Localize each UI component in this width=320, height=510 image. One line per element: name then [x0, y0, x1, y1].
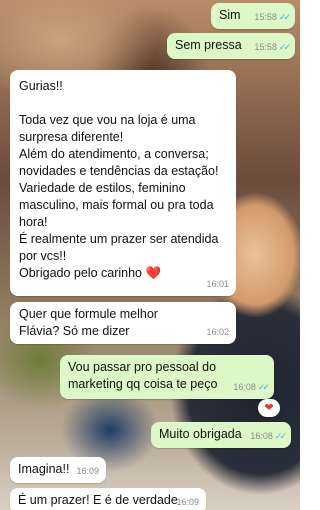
- message-time: 15:58: [254, 42, 277, 52]
- heart-reaction-icon[interactable]: ❤: [258, 399, 280, 417]
- message-text: Sim: [219, 8, 241, 22]
- message-meta: 16:08 ✓✓: [233, 379, 270, 396]
- message-time: 15:58: [254, 12, 277, 22]
- message-text: É um prazer! E é de verdade: [18, 493, 178, 507]
- message-meta: 16:01: [206, 276, 229, 293]
- message-text: Quer que formule melhor Flávia? Só me di…: [19, 307, 158, 338]
- read-receipt-icon: ✓✓: [274, 431, 287, 441]
- message-meta: 16:09: [76, 463, 99, 480]
- message-text: Sem pressa: [175, 38, 242, 52]
- message-meta: 15:58 ✓✓: [254, 9, 291, 26]
- message-meta: 16:09: [176, 494, 199, 510]
- message-outgoing[interactable]: Sim 15:58 ✓✓: [211, 3, 295, 29]
- message-meta: 16:02: [206, 324, 229, 341]
- read-receipt-icon: ✓✓: [257, 382, 270, 392]
- message-time: 16:01: [206, 279, 229, 289]
- message-outgoing[interactable]: Vou passar pro pessoal do marketing qq c…: [60, 355, 274, 399]
- message-text: Gurias!! Toda vez que vou na loja é uma …: [19, 79, 219, 280]
- message-text: Muito obrigada: [159, 427, 242, 441]
- message-incoming[interactable]: Imagina!! 16:09: [10, 457, 106, 483]
- message-incoming[interactable]: Gurias!! Toda vez que vou na loja é uma …: [10, 70, 236, 296]
- message-outgoing[interactable]: Sem pressa 15:58 ✓✓: [167, 33, 295, 59]
- chat-screen: Sim 15:58 ✓✓ Sem pressa 15:58 ✓✓ Gurias!! …: [0, 0, 300, 510]
- message-incoming[interactable]: É um prazer! E é de verdade 16:09: [10, 488, 206, 510]
- message-text: Vou passar pro pessoal do marketing qq c…: [68, 360, 218, 391]
- message-time: 16:08: [250, 431, 273, 441]
- read-receipt-icon: ✓✓: [278, 12, 291, 22]
- message-time: 16:08: [233, 382, 256, 392]
- message-meta: 15:58 ✓✓: [254, 39, 291, 56]
- message-meta: 16:08 ✓✓: [250, 428, 287, 445]
- message-incoming[interactable]: Quer que formule melhor Flávia? Só me di…: [10, 302, 236, 344]
- message-text: Imagina!!: [18, 462, 70, 476]
- message-time: 16:02: [206, 327, 229, 337]
- message-outgoing[interactable]: Muito obrigada 16:08 ✓✓: [151, 422, 291, 448]
- message-time: 16:09: [176, 497, 199, 507]
- message-time: 16:09: [76, 466, 99, 476]
- read-receipt-icon: ✓✓: [278, 42, 291, 52]
